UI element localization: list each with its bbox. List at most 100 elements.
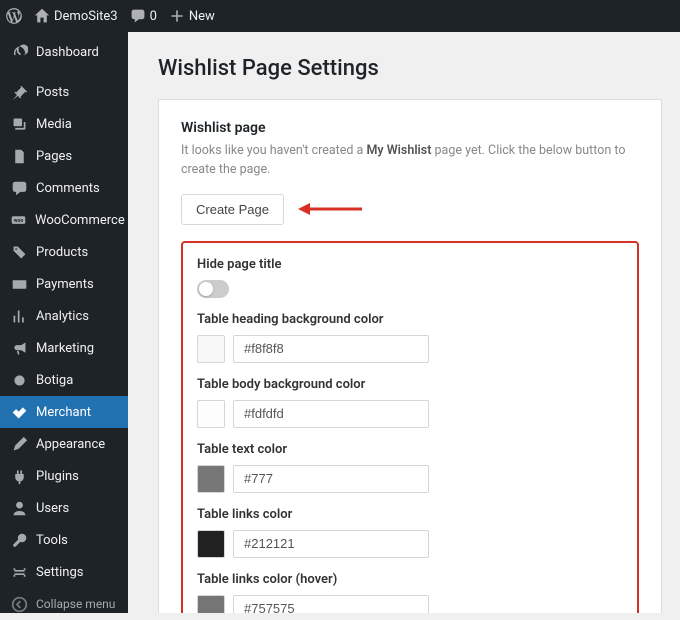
products-icon <box>10 243 28 261</box>
botiga-icon <box>10 371 28 389</box>
sidebar-item-label: Pages <box>36 149 72 164</box>
settings-icon <box>10 563 28 581</box>
sidebar-item-appearance[interactable]: Appearance <box>0 428 128 460</box>
new-label: New <box>189 9 215 24</box>
heading-bg-input[interactable] <box>233 335 429 363</box>
sidebar-collapse[interactable]: Collapse menu <box>0 588 128 620</box>
admin-top-bar: DemoSite3 0 New <box>0 0 680 32</box>
sidebar-item-label: Payments <box>36 277 94 292</box>
settings-panel: Wishlist page It looks like you haven't … <box>158 99 662 613</box>
dashboard-icon <box>10 43 28 61</box>
sidebar-item-woocommerce[interactable]: woo WooCommerce <box>0 204 128 236</box>
color-swatch[interactable] <box>197 595 225 614</box>
field-body-bg: Table body background color <box>197 377 623 428</box>
highlighted-settings: Hide page title Table heading background… <box>181 241 639 614</box>
sidebar-item-label: Posts <box>36 85 69 100</box>
analytics-icon <box>10 307 28 325</box>
site-link[interactable]: DemoSite3 <box>34 8 118 24</box>
comments-link[interactable]: 0 <box>130 8 157 24</box>
main-content: Wishlist Page Settings Wishlist page It … <box>128 32 680 613</box>
section-heading: Wishlist page <box>181 120 639 136</box>
new-link[interactable]: New <box>169 8 215 24</box>
field-links-color: Table links color <box>197 507 623 558</box>
collapse-label: Collapse menu <box>36 597 115 611</box>
field-label: Table heading background color <box>197 312 623 327</box>
sidebar-item-label: Botiga <box>36 373 73 388</box>
field-label: Table body background color <box>197 377 623 392</box>
sidebar-item-label: Users <box>36 501 69 516</box>
sidebar-item-label: Dashboard <box>36 45 99 60</box>
sidebar-item-products[interactable]: Products <box>0 236 128 268</box>
payments-icon <box>10 275 28 293</box>
sidebar-item-botiga[interactable]: Botiga <box>0 364 128 396</box>
appearance-icon <box>10 435 28 453</box>
links-color-input[interactable] <box>233 530 429 558</box>
sidebar-item-label: Media <box>36 117 72 132</box>
toggle-knob <box>199 282 213 296</box>
tools-icon <box>10 531 28 549</box>
sidebar-item-plugins[interactable]: Plugins <box>0 460 128 492</box>
hide-title-toggle[interactable] <box>197 280 229 298</box>
body-bg-input[interactable] <box>233 400 429 428</box>
wordpress-icon <box>6 8 22 24</box>
admin-sidebar: Dashboard Posts Media Pages Comments woo… <box>0 32 128 613</box>
sidebar-item-label: Marketing <box>36 341 94 356</box>
text-color-input[interactable] <box>233 465 429 493</box>
home-icon <box>34 8 50 24</box>
sidebar-item-label: Appearance <box>36 437 105 452</box>
page-title: Wishlist Page Settings <box>158 56 662 81</box>
svg-text:woo: woo <box>14 218 24 224</box>
sidebar-item-label: Plugins <box>36 469 79 484</box>
pin-icon <box>10 83 28 101</box>
sidebar-item-label: Tools <box>36 533 68 548</box>
field-label: Table links color <box>197 507 623 522</box>
sidebar-item-label: Settings <box>36 565 83 580</box>
sidebar-item-settings[interactable]: Settings <box>0 556 128 588</box>
megaphone-icon <box>10 339 28 357</box>
plugins-icon <box>10 467 28 485</box>
color-swatch[interactable] <box>197 400 225 428</box>
woocommerce-icon: woo <box>10 211 27 229</box>
users-icon <box>10 499 28 517</box>
sidebar-item-tools[interactable]: Tools <box>0 524 128 556</box>
callout-arrow-icon <box>298 202 362 216</box>
create-page-button[interactable]: Create Page <box>181 194 284 225</box>
sidebar-item-users[interactable]: Users <box>0 492 128 524</box>
field-text-color: Table text color <box>197 442 623 493</box>
color-swatch[interactable] <box>197 465 225 493</box>
site-name: DemoSite3 <box>54 9 118 24</box>
comment-count: 0 <box>150 9 157 24</box>
sidebar-item-posts[interactable]: Posts <box>0 76 128 108</box>
color-swatch[interactable] <box>197 335 225 363</box>
field-hide-title: Hide page title <box>197 257 623 298</box>
sidebar-item-dashboard[interactable]: Dashboard <box>0 36 128 68</box>
field-heading-bg: Table heading background color <box>197 312 623 363</box>
merchant-icon <box>10 403 28 421</box>
field-label: Table links color (hover) <box>197 572 623 587</box>
section-note: It looks like you haven't created a My W… <box>181 142 639 180</box>
wp-logo[interactable] <box>6 8 22 24</box>
comment-icon <box>130 8 146 24</box>
sidebar-item-label: Analytics <box>36 309 89 324</box>
sidebar-item-media[interactable]: Media <box>0 108 128 140</box>
sidebar-item-merchant[interactable]: Merchant <box>0 396 128 428</box>
sidebar-item-label: Comments <box>36 181 100 196</box>
field-links-hover-color: Table links color (hover) <box>197 572 623 614</box>
collapse-icon <box>10 595 28 613</box>
page-icon <box>10 147 28 165</box>
sidebar-item-label: WooCommerce <box>35 213 125 228</box>
sidebar-item-comments[interactable]: Comments <box>0 172 128 204</box>
sidebar-item-analytics[interactable]: Analytics <box>0 300 128 332</box>
sidebar-item-marketing[interactable]: Marketing <box>0 332 128 364</box>
color-swatch[interactable] <box>197 530 225 558</box>
field-label: Hide page title <box>197 257 623 272</box>
media-icon <box>10 115 28 133</box>
sidebar-item-label: Products <box>36 245 88 260</box>
field-label: Table text color <box>197 442 623 457</box>
links-hover-color-input[interactable] <box>233 595 429 614</box>
sidebar-item-payments[interactable]: Payments <box>0 268 128 300</box>
sidebar-item-pages[interactable]: Pages <box>0 140 128 172</box>
plus-icon <box>169 8 185 24</box>
comments-icon <box>10 179 28 197</box>
sidebar-item-label: Merchant <box>36 405 91 420</box>
